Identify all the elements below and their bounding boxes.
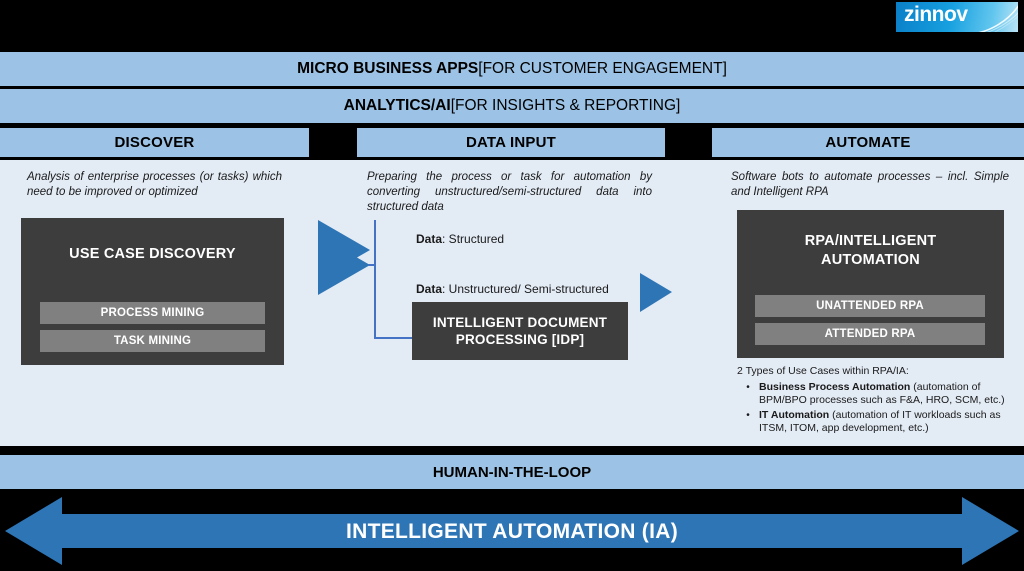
bullet-dot-icon: • <box>746 409 750 421</box>
logo-text: zinnov <box>904 3 968 26</box>
swoosh-arc-icon <box>978 4 1018 32</box>
list-item: • IT Automation (automation of IT worklo… <box>737 409 1022 436</box>
use-case-discovery-box: USE CASE DISCOVERY PROCESS MINING TASK M… <box>21 218 284 365</box>
unattended-rpa-item[interactable]: UNATTENDED RPA <box>755 295 985 317</box>
attended-rpa-item[interactable]: ATTENDED RPA <box>755 323 985 345</box>
bullet-text: IT Automation (automation of IT workload… <box>759 409 1022 436</box>
rpa-use-case-notes: 2 Types of Use Cases within RPA/IA: • Bu… <box>737 365 1022 436</box>
banner-human-in-the-loop: HUMAN-IN-THE-LOOP <box>0 455 1024 489</box>
list-item: • Business Process Automation (automatio… <box>737 381 1022 408</box>
label-unstructured-bold: Data <box>416 282 443 296</box>
description-automate: Software bots to automate processes – in… <box>731 171 1009 198</box>
column-header-discover: DISCOVER <box>0 128 309 157</box>
use-case-discovery-title: USE CASE DISCOVERY <box>69 246 236 262</box>
banner-analytics-ai: ANALYTICS/AI [FOR INSIGHTS & REPORTING] <box>0 89 1024 123</box>
rpa-title-line1: RPA/INTELLIGENT <box>804 233 937 249</box>
banner-ai-normal: [FOR INSIGHTS & REPORTING] <box>450 97 681 114</box>
bullet-text: Business Process Automation (automation … <box>759 381 1022 408</box>
main-panel: Analysis of enterprise processes (or tas… <box>0 160 1024 446</box>
notes-intro: 2 Types of Use Cases within RPA/IA: <box>737 365 909 377</box>
idp-title-line1: INTELLIGENT DOCUMENT <box>432 315 608 330</box>
idp-output-triangle <box>640 273 672 312</box>
idp-title: INTELLIGENT DOCUMENT PROCESSING [IDP] <box>412 314 628 348</box>
task-mining-item[interactable]: TASK MINING <box>40 330 265 352</box>
rpa-intelligent-automation-box: RPA/INTELLIGENT AUTOMATION UNATTENDED RP… <box>737 210 1004 358</box>
process-mining-item[interactable]: PROCESS MINING <box>40 302 265 324</box>
label-data-structured: Data: Structured <box>416 232 504 246</box>
rpa-title-line2: AUTOMATION <box>821 252 920 268</box>
intelligent-document-processing-box: INTELLIGENT DOCUMENT PROCESSING [IDP] <box>412 302 628 360</box>
column-header-automate: AUTOMATE <box>712 128 1024 157</box>
diagram-canvas: zinnov MICRO BUSINESS APPS [FOR CUSTOMER… <box>0 0 1024 571</box>
banner-apps-normal: [FOR CUSTOMER ENGAGEMENT] <box>478 60 727 77</box>
banner-micro-business-apps: MICRO BUSINESS APPS [FOR CUSTOMER ENGAGE… <box>0 52 1024 86</box>
zinnov-logo: zinnov <box>896 2 1018 32</box>
description-discover: Analysis of enterprise processes (or tas… <box>27 171 282 198</box>
label-structured-bold: Data <box>416 232 443 246</box>
label-data-unstructured: Data: Unstructured/ Semi-structured <box>416 282 609 296</box>
bullet-1-bold: Business Process Automation <box>759 380 911 393</box>
label-unstructured-rest: : Unstructured/ Semi-structured <box>442 282 609 296</box>
column-header-data-input: DATA INPUT <box>357 128 665 157</box>
intelligent-automation-arrow: INTELLIGENT AUTOMATION (IA) <box>0 492 1024 571</box>
intelligent-automation-label: INTELLIGENT AUTOMATION (IA) <box>345 519 678 543</box>
description-data-input: Preparing the process or task for automa… <box>367 171 652 213</box>
banner-apps-bold: MICRO BUSINESS APPS <box>297 60 479 77</box>
rpa-title: RPA/INTELLIGENT AUTOMATION <box>737 232 1004 270</box>
bullet-2-bold: IT Automation <box>759 408 830 421</box>
bullet-dot-icon: • <box>746 381 750 393</box>
label-structured-rest: : Structured <box>442 232 505 246</box>
idp-title-line2: PROCESSING [IDP] <box>455 332 585 347</box>
banner-ai-bold: ANALYTICS/AI <box>343 97 451 114</box>
